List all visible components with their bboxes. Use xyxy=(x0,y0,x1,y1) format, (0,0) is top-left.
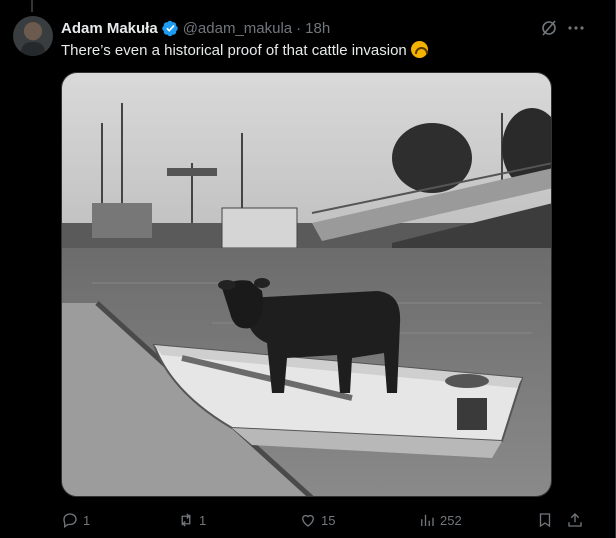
photo-cow-in-boat xyxy=(62,73,551,496)
tweet-actions: 1 1 15 252 xyxy=(0,505,616,535)
like-count: 15 xyxy=(321,512,336,528)
repost-count: 1 xyxy=(199,512,207,528)
tweet-photo[interactable] xyxy=(61,72,552,497)
author-name[interactable]: Adam Makuła xyxy=(61,20,158,37)
verified-badge-icon xyxy=(161,20,179,37)
reply-icon xyxy=(63,513,77,529)
share-icon xyxy=(568,513,582,527)
timestamp[interactable]: 18h xyxy=(305,20,330,37)
thread-connector xyxy=(31,0,33,12)
tweet-header: Adam Makuła @adam_makula · 18h xyxy=(61,17,330,39)
bookmark-button[interactable] xyxy=(536,505,554,535)
views-chart-icon xyxy=(421,514,434,526)
bookmark-icon xyxy=(539,513,551,528)
tweet-text: There’s even a historical proof of that … xyxy=(61,41,428,61)
heart-icon xyxy=(302,514,314,527)
separator-dot: · xyxy=(296,19,302,37)
grok-icon[interactable] xyxy=(539,18,559,38)
repost-icon xyxy=(181,513,191,527)
avatar[interactable] xyxy=(13,16,53,56)
author-handle[interactable]: @adam_makula xyxy=(183,20,292,37)
views-button[interactable]: 252 xyxy=(418,505,462,535)
reply-count: 1 xyxy=(83,512,91,528)
upside-down-face-icon xyxy=(410,41,428,58)
repost-button[interactable]: 1 xyxy=(177,505,206,535)
share-button[interactable] xyxy=(566,505,584,535)
tweet-text-content: There’s even a historical proof of that … xyxy=(61,42,407,59)
like-button[interactable]: 15 xyxy=(299,505,335,535)
reply-button[interactable]: 1 xyxy=(61,505,90,535)
view-count: 252 xyxy=(440,512,462,528)
more-options-icon[interactable] xyxy=(566,18,586,38)
